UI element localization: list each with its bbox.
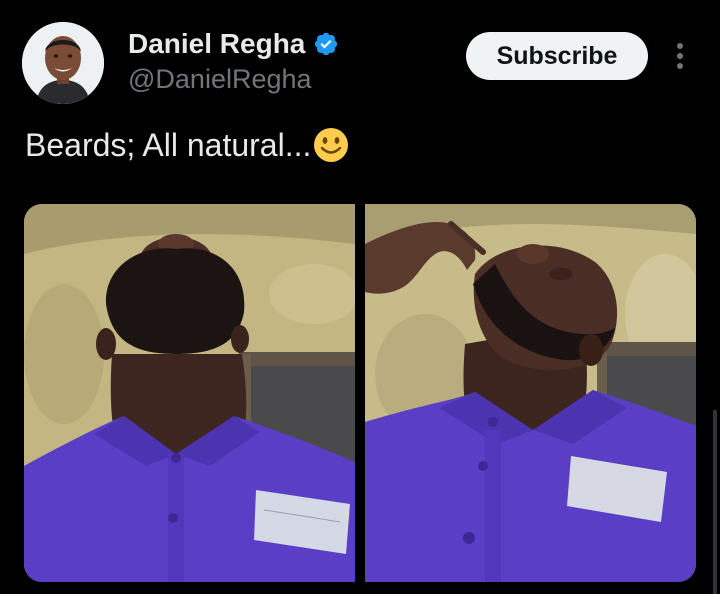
author-handle[interactable]: @DanielRegha (128, 62, 312, 96)
tweet-text: Beards; All natural... (25, 124, 349, 166)
scrollbar[interactable] (713, 410, 717, 594)
verified-badge-icon (315, 32, 338, 56)
photo-beard-side-image (365, 204, 696, 582)
slightly-smiling-face-emoji (314, 128, 349, 162)
media-grid (24, 204, 696, 582)
subscribe-button[interactable]: Subscribe (466, 32, 648, 80)
tweet-text-content: Beards; All natural... (25, 127, 312, 163)
photo-beard-side[interactable] (365, 204, 696, 582)
avatar-image (22, 22, 104, 104)
photo-beard-front-image (24, 204, 355, 582)
author-name[interactable]: Daniel Regha (128, 27, 339, 61)
tweet-card: Daniel Regha @DanielRegha Subscribe Bear… (0, 0, 720, 594)
author-name-text: Daniel Regha (128, 28, 306, 59)
more-options-button[interactable] (666, 38, 694, 74)
photo-beard-front[interactable] (24, 204, 355, 582)
more-vertical-icon (677, 43, 683, 69)
author-avatar[interactable] (22, 22, 104, 104)
